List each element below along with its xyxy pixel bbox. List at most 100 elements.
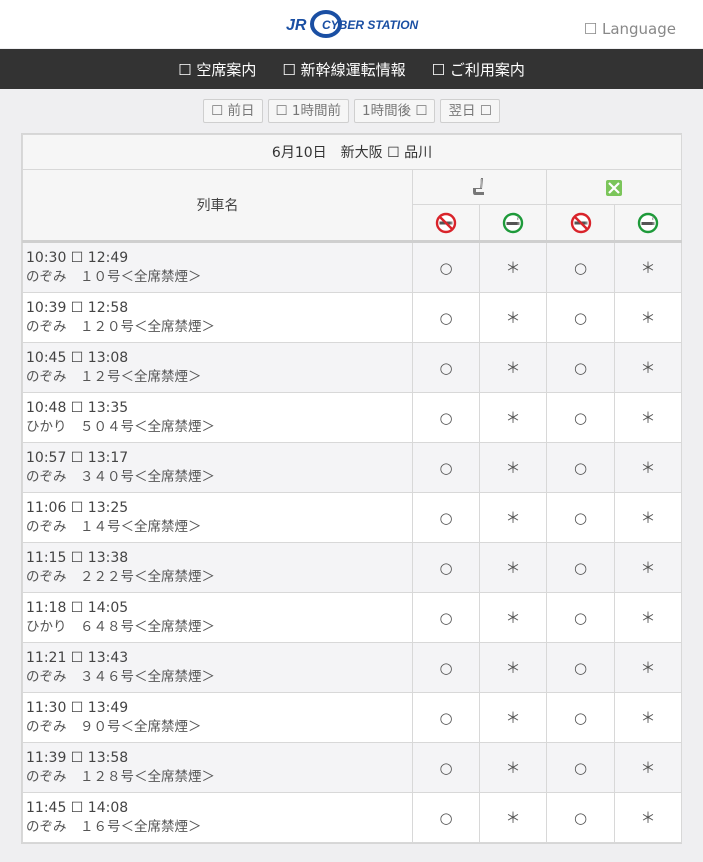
next-day-button[interactable]: 翌日 ☐	[440, 99, 500, 123]
status-reserved-nonsmoking: ○	[412, 292, 480, 343]
main-nav: ☐ 空席案内 ☐ 新幹線運転情報 ☐ ご利用案内	[0, 49, 703, 89]
smoking-icon	[502, 212, 524, 233]
seat-icon	[472, 178, 484, 196]
reserved-smoking-header	[479, 204, 547, 242]
logo-graphic: JR CYBER STATION	[286, 10, 419, 38]
prev-hour-button[interactable]: ☐ 1時間前	[267, 99, 349, 123]
no-smoking-icon	[570, 212, 591, 233]
train-time: 11:06 ☐ 13:25	[26, 499, 129, 516]
train-time: 11:39 ☐ 13:58	[26, 749, 129, 766]
svg-text:CYBER STATION: CYBER STATION	[322, 18, 419, 32]
status-reserved-smoking: ＊	[479, 240, 547, 293]
status-green-smoking: ＊	[613, 442, 683, 493]
train-cell[interactable]: 10:39 ☐ 12:58 のぞみ １２０号＜全席禁煙＞	[22, 292, 413, 343]
status-reserved-nonsmoking: ○	[412, 240, 480, 293]
table-row: 10:30 ☐ 12:49 のぞみ １０号＜全席禁煙＞ ○ ＊ ○ ＊	[22, 240, 683, 293]
train-time: 11:18 ☐ 14:05	[26, 599, 129, 616]
table-row: 10:45 ☐ 13:08 のぞみ １２号＜全席禁煙＞ ○ ＊ ○ ＊	[22, 342, 683, 393]
train-name: のぞみ １６号＜全席禁煙＞	[26, 818, 202, 835]
green-car-icon	[606, 179, 622, 196]
status-reserved-nonsmoking: ○	[412, 742, 480, 793]
train-name-header: 列車名	[22, 169, 413, 242]
green-smoking-header	[613, 204, 683, 242]
status-reserved-smoking: ＊	[479, 492, 547, 543]
status-reserved-nonsmoking: ○	[412, 342, 480, 393]
status-green-nonsmoking: ○	[546, 492, 615, 543]
status-green-smoking: ＊	[613, 742, 683, 793]
header: JR CYBER STATION ☐ Language	[0, 0, 703, 48]
status-green-smoking: ＊	[613, 542, 683, 593]
train-cell[interactable]: 11:21 ☐ 13:43 のぞみ ３４６号＜全席禁煙＞	[22, 642, 413, 693]
train-time: 10:57 ☐ 13:17	[26, 449, 129, 466]
train-time: 10:30 ☐ 12:49	[26, 249, 129, 266]
reserved-seat-header	[412, 168, 547, 206]
train-name: のぞみ １２０号＜全席禁煙＞	[26, 318, 215, 335]
status-reserved-smoking: ＊	[479, 542, 547, 593]
prev-day-button[interactable]: ☐ 前日	[203, 99, 263, 123]
status-reserved-nonsmoking: ○	[412, 492, 480, 543]
nav-usage-guide[interactable]: ☐ ご利用案内	[432, 59, 525, 80]
green-car-header	[545, 168, 683, 206]
status-green-smoking: ＊	[613, 240, 683, 293]
train-time: 10:48 ☐ 13:35	[26, 399, 129, 416]
status-green-nonsmoking: ○	[546, 292, 615, 343]
nav-vacancy[interactable]: ☐ 空席案内	[178, 59, 256, 80]
table-row: 10:57 ☐ 13:17 のぞみ ３４０号＜全席禁煙＞ ○ ＊ ○ ＊	[22, 442, 683, 493]
status-green-nonsmoking: ○	[546, 742, 615, 793]
status-reserved-nonsmoking: ○	[412, 692, 480, 743]
train-cell[interactable]: 10:48 ☐ 13:35 ひかり ５０４号＜全席禁煙＞	[22, 392, 413, 443]
train-name: のぞみ １４号＜全席禁煙＞	[26, 518, 202, 535]
train-name: のぞみ ２２２号＜全席禁煙＞	[26, 568, 215, 585]
table-row: 11:18 ☐ 14:05 ひかり ６４８号＜全席禁煙＞ ○ ＊ ○ ＊	[22, 592, 683, 643]
jr-cyber-station-logo[interactable]: JR CYBER STATION	[284, 8, 420, 40]
status-reserved-smoking: ＊	[479, 642, 547, 693]
svg-text:JR: JR	[286, 17, 307, 34]
table-row: 11:30 ☐ 13:49 のぞみ ９０号＜全席禁煙＞ ○ ＊ ○ ＊	[22, 692, 683, 743]
status-reserved-nonsmoking: ○	[412, 442, 480, 493]
train-cell[interactable]: 10:30 ☐ 12:49 のぞみ １０号＜全席禁煙＞	[22, 240, 413, 293]
table-row: 11:15 ☐ 13:38 のぞみ ２２２号＜全席禁煙＞ ○ ＊ ○ ＊	[22, 542, 683, 593]
train-time: 11:21 ☐ 13:43	[26, 649, 129, 666]
status-reserved-smoking: ＊	[479, 592, 547, 643]
train-cell[interactable]: 11:15 ☐ 13:38 のぞみ ２２２号＜全席禁煙＞	[22, 542, 413, 593]
status-reserved-smoking: ＊	[479, 442, 547, 493]
status-green-nonsmoking: ○	[546, 442, 615, 493]
status-reserved-nonsmoking: ○	[412, 542, 480, 593]
status-reserved-smoking: ＊	[479, 392, 547, 443]
train-name: のぞみ １０号＜全席禁煙＞	[26, 268, 202, 285]
status-reserved-nonsmoking: ○	[412, 592, 480, 643]
train-cell[interactable]: 11:18 ☐ 14:05 ひかり ６４８号＜全席禁煙＞	[22, 592, 413, 643]
smoking-icon	[637, 212, 659, 233]
status-green-nonsmoking: ○	[546, 592, 615, 643]
train-name: のぞみ ３４６号＜全席禁煙＞	[26, 668, 215, 685]
status-green-nonsmoking: ○	[546, 792, 615, 843]
train-name: のぞみ ３４０号＜全席禁煙＞	[26, 468, 215, 485]
train-name: ひかり ５０４号＜全席禁煙＞	[26, 418, 215, 435]
train-cell[interactable]: 11:30 ☐ 13:49 のぞみ ９０号＜全席禁煙＞	[22, 692, 413, 743]
train-cell[interactable]: 11:45 ☐ 14:08 のぞみ １６号＜全席禁煙＞	[22, 792, 413, 843]
status-reserved-smoking: ＊	[479, 692, 547, 743]
status-green-smoking: ＊	[613, 792, 683, 843]
status-green-nonsmoking: ○	[546, 392, 615, 443]
train-cell[interactable]: 10:57 ☐ 13:17 のぞみ ３４０号＜全席禁煙＞	[22, 442, 413, 493]
table-row: 10:39 ☐ 12:58 のぞみ １２０号＜全席禁煙＞ ○ ＊ ○ ＊	[22, 292, 683, 343]
table-row: 11:39 ☐ 13:58 のぞみ １２８号＜全席禁煙＞ ○ ＊ ○ ＊	[22, 742, 683, 793]
train-time: 10:39 ☐ 12:58	[26, 299, 129, 316]
status-reserved-nonsmoking: ○	[412, 642, 480, 693]
status-green-nonsmoking: ○	[546, 692, 615, 743]
status-green-smoking: ＊	[613, 342, 683, 393]
train-cell[interactable]: 10:45 ☐ 13:08 のぞみ １２号＜全席禁煙＞	[22, 342, 413, 393]
status-green-smoking: ＊	[613, 392, 683, 443]
nav-shinkansen-status[interactable]: ☐ 新幹線運転情報	[282, 59, 405, 80]
status-reserved-smoking: ＊	[479, 742, 547, 793]
language-button[interactable]: ☐ Language	[584, 20, 676, 38]
next-hour-button[interactable]: 1時間後 ☐	[354, 99, 436, 123]
train-time: 11:30 ☐ 13:49	[26, 699, 129, 716]
train-time: 10:45 ☐ 13:08	[26, 349, 129, 366]
time-navigation: ☐ 前日 ☐ 1時間前 1時間後 ☐ 翌日 ☐	[0, 99, 703, 125]
status-green-smoking: ＊	[613, 492, 683, 543]
train-name: のぞみ ９０号＜全席禁煙＞	[26, 718, 202, 735]
availability-table: 6月10日 新大阪 ☐ 品川 列車名 10:30 ☐ 12:49 のぞみ １０号…	[21, 133, 683, 844]
train-cell[interactable]: 11:39 ☐ 13:58 のぞみ １２８号＜全席禁煙＞	[22, 742, 413, 793]
train-cell[interactable]: 11:06 ☐ 13:25 のぞみ １４号＜全席禁煙＞	[22, 492, 413, 543]
